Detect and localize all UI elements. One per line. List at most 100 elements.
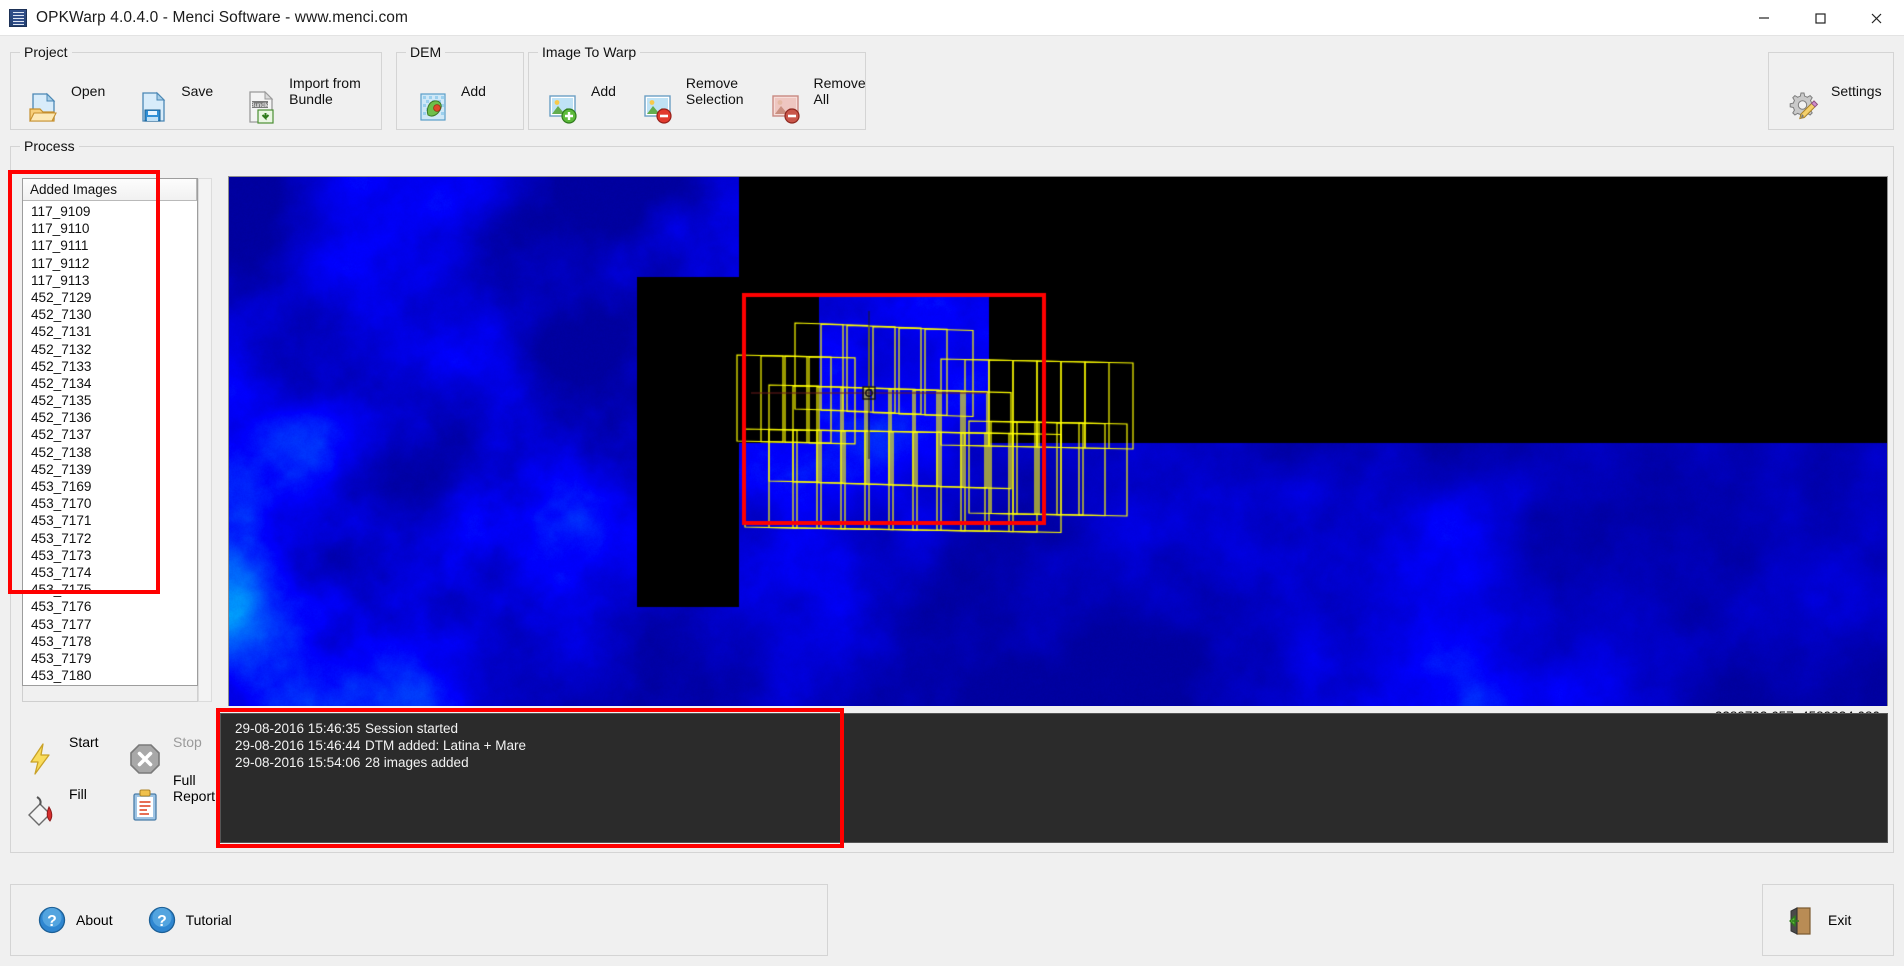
list-item[interactable]: 117_9112 <box>23 255 197 272</box>
process-actions: Start Stop Fill Full Report <box>18 722 218 842</box>
minimize-button[interactable] <box>1736 0 1792 36</box>
start-button-label: Start <box>69 734 99 751</box>
image-remove-all-button[interactable]: Remove All <box>760 69 874 124</box>
list-item[interactable]: 452_7129 <box>23 289 197 306</box>
about-button[interactable]: ? About <box>31 901 119 939</box>
stop-button-label: Stop <box>173 734 202 751</box>
fill-button[interactable]: Fill <box>18 774 92 826</box>
dem-add-icon <box>415 73 451 121</box>
opkwarp-window: OPKWarp 4.0.4.0 - Menci Software - www.m… <box>0 0 1904 966</box>
list-item[interactable]: 117_9113 <box>23 272 197 289</box>
settings-button[interactable]: Settings <box>1777 69 1890 120</box>
list-item[interactable]: 453_7171 <box>23 512 197 529</box>
added-images-horizontal-scrollbar[interactable] <box>22 686 198 702</box>
list-item[interactable]: 452_7131 <box>23 323 197 340</box>
list-item[interactable]: 452_7132 <box>23 341 197 358</box>
process-group-legend: Process <box>20 138 79 154</box>
settings-button-label: Settings <box>1831 82 1882 99</box>
list-item[interactable]: 453_7179 <box>23 650 197 667</box>
list-item[interactable]: 453_7174 <box>23 564 197 581</box>
import-from-bundle-button-label: Import from Bundle <box>289 74 361 107</box>
list-item[interactable]: 452_7130 <box>23 306 197 323</box>
svg-text:Bundle: Bundle <box>251 103 270 109</box>
project-group: Project Open Save Bundle Import from Bun… <box>10 44 382 130</box>
list-item[interactable]: 453_7173 <box>23 547 197 564</box>
app-icon <box>9 8 27 27</box>
dem-add-button[interactable]: Add <box>407 69 494 121</box>
import-from-bundle-button[interactable]: Bundle Import from Bundle <box>235 69 369 124</box>
close-button[interactable] <box>1848 0 1904 36</box>
paint-fill-icon <box>23 777 59 826</box>
fill-button-label: Fill <box>69 786 87 803</box>
image-remove-selection-icon <box>640 73 676 124</box>
dem-add-button-label: Add <box>461 82 486 99</box>
list-item[interactable]: 453_7172 <box>23 530 197 547</box>
exit-button[interactable]: Exit <box>1777 898 1857 942</box>
dem-map-view[interactable] <box>228 176 1888 716</box>
log-message: DTM added: Latina + Mare <box>365 738 526 753</box>
log-rows: 29-08-2016 15:46:35 Session started 29-08-… <box>235 720 1887 771</box>
log-timestamp: 29-08-2016 15:46:44 <box>235 738 361 753</box>
list-item[interactable]: 452_7134 <box>23 375 197 392</box>
tutorial-button[interactable]: ? Tutorial <box>141 901 238 939</box>
log-panel[interactable]: 29-08-2016 15:46:35 Session started 29-08-… <box>220 713 1888 843</box>
gear-pencil-icon <box>1785 73 1821 120</box>
image-remove-all-icon <box>768 73 804 124</box>
list-item[interactable]: 453_7176 <box>23 598 197 615</box>
list-item[interactable]: 452_7135 <box>23 392 197 409</box>
list-item[interactable]: 452_7139 <box>23 461 197 478</box>
list-item[interactable]: 117_9111 <box>23 237 197 254</box>
open-button-label: Open <box>71 82 106 99</box>
dem-group-legend: DEM <box>406 44 446 60</box>
list-item[interactable]: 453_7178 <box>23 633 197 650</box>
list-item[interactable]: 452_7138 <box>23 444 197 461</box>
settings-group: Settings <box>1768 52 1894 130</box>
save-disk-icon <box>135 73 171 122</box>
list-item[interactable]: 453_7170 <box>23 495 197 512</box>
log-message: Session started <box>365 721 459 736</box>
image-remove-selection-button[interactable]: Remove Selection <box>632 69 752 124</box>
exit-button-label: Exit <box>1828 912 1852 928</box>
stop-octagon-icon <box>127 725 163 774</box>
exit-door-icon <box>1783 902 1819 938</box>
stop-button[interactable]: Stop <box>122 722 207 774</box>
added-images-scrollbar[interactable] <box>198 178 212 702</box>
added-images-list[interactable]: Added Images 117_9109 117_9110 117_9111 117… <box>22 178 198 686</box>
added-images-column-header[interactable]: Added Images <box>23 179 197 201</box>
list-item[interactable]: 453_7180 <box>23 667 197 684</box>
image-remove-selection-button-label: Remove Selection <box>685 74 744 107</box>
import-bundle-icon: Bundle <box>243 73 279 124</box>
start-button[interactable]: Start <box>18 722 104 775</box>
open-folder-icon <box>25 73 61 122</box>
added-images-rows: 117_9109 117_9110 117_9111 117_9112 117_9113… <box>23 201 197 685</box>
log-timestamp: 29-08-2016 15:46:35 <box>235 721 361 736</box>
window-controls <box>1736 0 1904 36</box>
list-item[interactable]: 117_9110 <box>23 220 197 237</box>
list-item[interactable]: 453_7177 <box>23 616 197 633</box>
added-images-header-label: Added Images <box>30 182 118 197</box>
full-report-button-label: Full Report <box>173 772 216 804</box>
open-button[interactable]: Open <box>17 69 113 122</box>
save-button[interactable]: Save <box>127 69 221 122</box>
help-group: ? About ? Tutorial <box>10 884 828 956</box>
maximize-button[interactable] <box>1792 0 1848 36</box>
image-remove-all-button-label: Remove All <box>813 74 866 107</box>
image-add-button-label: Add <box>591 82 616 99</box>
svg-text:?: ? <box>157 913 167 930</box>
list-item[interactable]: 117_9109 <box>23 203 197 220</box>
log-row: 29-08-2016 15:46:44 DTM added: Latina + M… <box>235 737 1887 754</box>
image-to-warp-group: Image To Warp Add Remove Selection Remov… <box>528 44 866 130</box>
full-report-button[interactable]: Full Report <box>122 768 220 821</box>
lightning-icon <box>23 725 59 775</box>
list-item[interactable]: 453_7175 <box>23 581 197 598</box>
list-item[interactable]: 452_7137 <box>23 426 197 443</box>
dem-canvas[interactable] <box>229 177 1887 715</box>
clipboard-report-icon <box>127 771 163 821</box>
log-message: 28 images added <box>365 755 469 770</box>
image-add-button[interactable]: Add <box>537 69 624 124</box>
svg-text:?: ? <box>47 913 57 930</box>
column-divider[interactable] <box>196 179 197 200</box>
list-item[interactable]: 452_7133 <box>23 358 197 375</box>
list-item[interactable]: 452_7136 <box>23 409 197 426</box>
list-item[interactable]: 453_7169 <box>23 478 197 495</box>
